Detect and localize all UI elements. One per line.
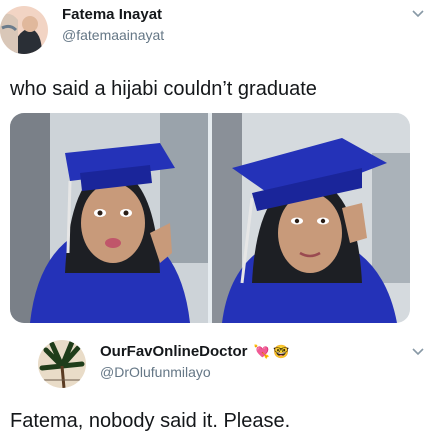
reply-author-emoji: 💘 🤓 xyxy=(253,344,290,359)
reply-author-name-text: OurFavOnlineDoctor xyxy=(100,343,248,360)
tweet-text: who said a hijabi couldn’t graduate xyxy=(10,78,317,100)
tweet-media[interactable] xyxy=(10,113,410,323)
reply-header: OurFavOnlineDoctor 💘 🤓 @DrOlufunmilayo xyxy=(0,326,447,406)
reply-text: Fatema, nobody said it. Please. xyxy=(10,410,291,432)
reply-author-avatar[interactable] xyxy=(38,340,86,388)
reply-author-name[interactable]: OurFavOnlineDoctor 💘 🤓 xyxy=(100,343,290,360)
author-name[interactable]: Fatema Inayat xyxy=(62,6,162,23)
chevron-down-icon[interactable] xyxy=(411,344,425,358)
graduation-photo-right[interactable] xyxy=(212,113,410,323)
author-handle[interactable]: @fatemaainayat xyxy=(62,27,164,43)
chevron-down-icon[interactable] xyxy=(411,6,425,20)
author-avatar[interactable] xyxy=(0,6,48,54)
tweet-header: Fatema Inayat @fatemaainayat xyxy=(0,0,447,70)
reply-author-handle[interactable]: @DrOlufunmilayo xyxy=(100,364,211,380)
graduation-photo-left[interactable] xyxy=(10,113,208,323)
